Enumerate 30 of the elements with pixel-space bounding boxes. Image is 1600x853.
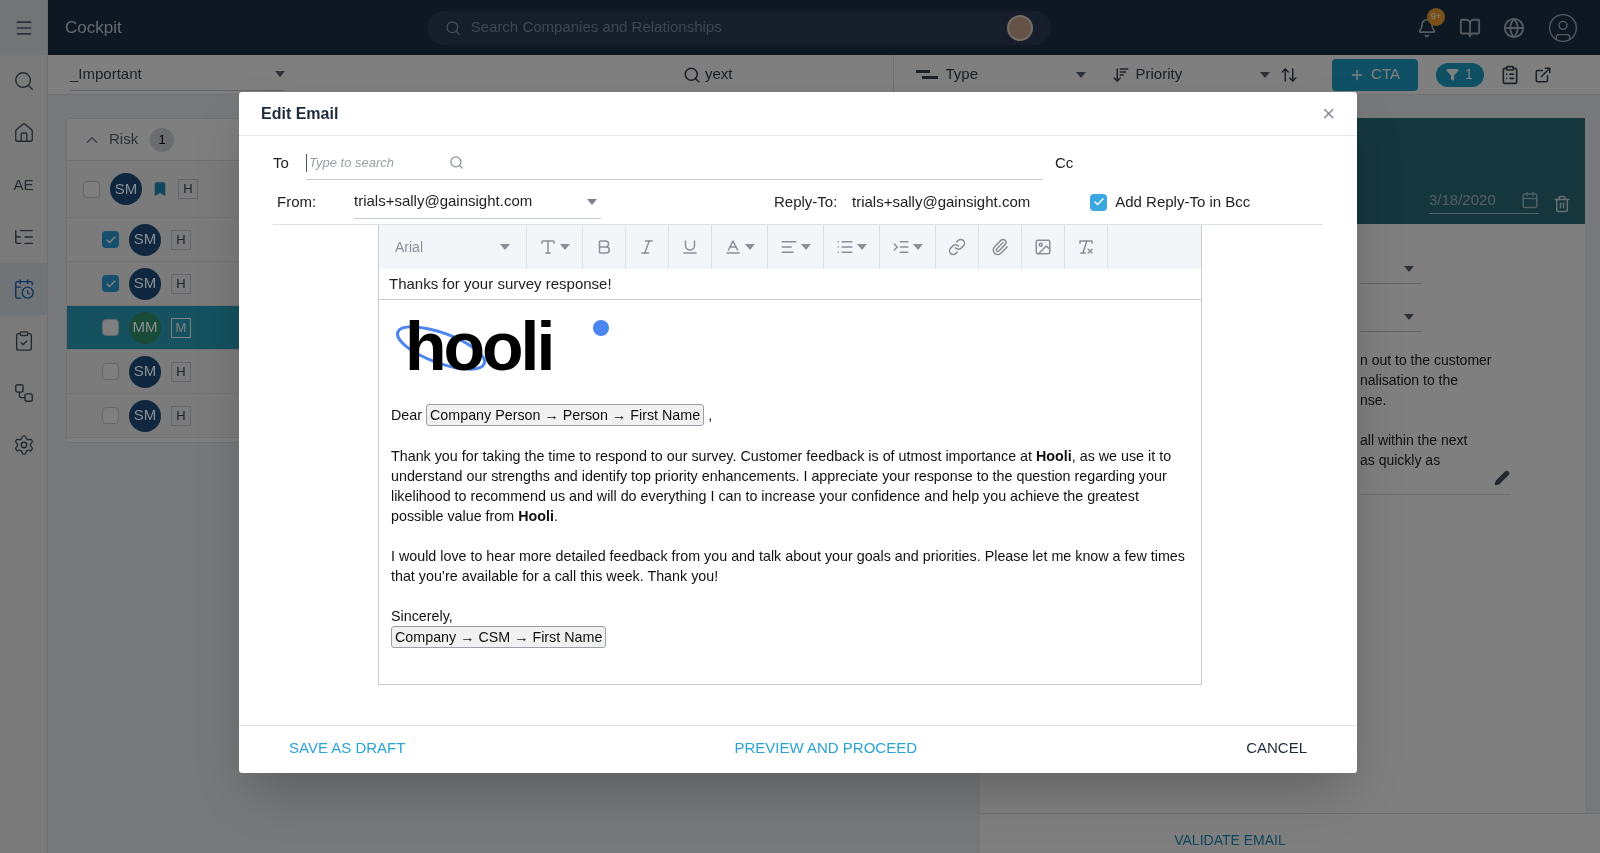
description-text: all within the next (1360, 431, 1469, 450)
closing-text: Sincerely, (391, 607, 454, 626)
description-text: as quickly as (1360, 451, 1442, 470)
greeting-comma: , (708, 406, 713, 425)
avatar: SM (129, 399, 161, 432)
priority-tag: H (171, 229, 191, 250)
description-text: nse. (1360, 391, 1388, 410)
body-paragraph: I would love to hear more detailed feedback from you and talk about your goals and priorities. Please let me know a few times that you’re available for a call this week. Thank you! (391, 547, 1186, 586)
app-title: Cockpit (65, 16, 122, 39)
description-text: nalisation to the (1360, 371, 1460, 390)
avatar: SM (129, 267, 161, 300)
priority-tag: H (171, 405, 191, 426)
avatar: SM (110, 173, 142, 205)
priority-tag: H (171, 273, 191, 294)
from-label: From: (277, 191, 318, 212)
notification-badge: 9+ (1427, 7, 1445, 26)
priority-tag: H (178, 179, 198, 199)
dialog-title: Edit Email (261, 103, 339, 124)
reply-to-value: trials+sally@gainsight.com (852, 191, 1031, 212)
avatar: MM (129, 311, 161, 344)
reply-to-label: Reply-To: (774, 191, 839, 212)
priority-tag: M (171, 317, 191, 338)
count-badge: 1 (150, 127, 175, 152)
description-text: n out to the customer (1360, 351, 1493, 370)
bcc-label: Add Reply-To in Bcc (1115, 191, 1251, 212)
avatar: SM (129, 223, 161, 256)
group-title: Risk (109, 129, 139, 150)
priority-tag: H (171, 361, 191, 382)
avatar: SM (129, 355, 161, 388)
body-paragraph: Thank you for taking the time to respond to our survey. Customer feedback is of utmost importance at Hooli, as we use it to understand our strengths and identify top priority enhancements. I appreciate your response to the question regarding your likelihood to recommend us and will do everything I can to increase your confidence and help you achieve the greatest possible value from Hooli. (391, 447, 1173, 526)
